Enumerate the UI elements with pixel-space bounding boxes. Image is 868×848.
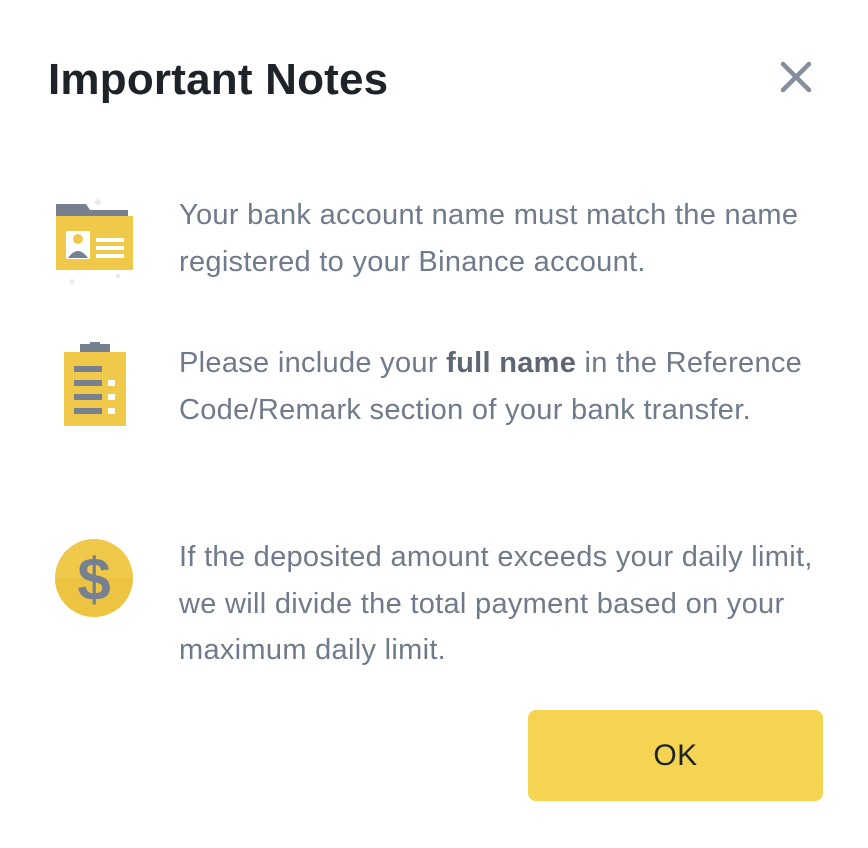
note-text: Your bank account name must match the na… <box>179 199 799 278</box>
note-text-bold: full name <box>446 347 577 379</box>
svg-text:$: $ <box>77 546 110 613</box>
note-text: Please include your full name in the Ref… <box>179 340 839 433</box>
dialog-title: Important Notes <box>48 55 389 104</box>
clipboard-list-icon <box>64 342 126 426</box>
note-text: If the deposited amount exceeds your dai… <box>179 541 813 666</box>
id-card-folder-icon <box>56 198 133 285</box>
close-icon <box>780 61 812 93</box>
note-text-before: Please include your <box>179 347 447 379</box>
important-notes-dialog: Important Notes Your bank account name m… <box>0 0 868 848</box>
close-button[interactable] <box>772 53 820 101</box>
dollar-coin-icon: $ <box>55 539 133 617</box>
ok-button[interactable]: OK <box>528 710 823 801</box>
